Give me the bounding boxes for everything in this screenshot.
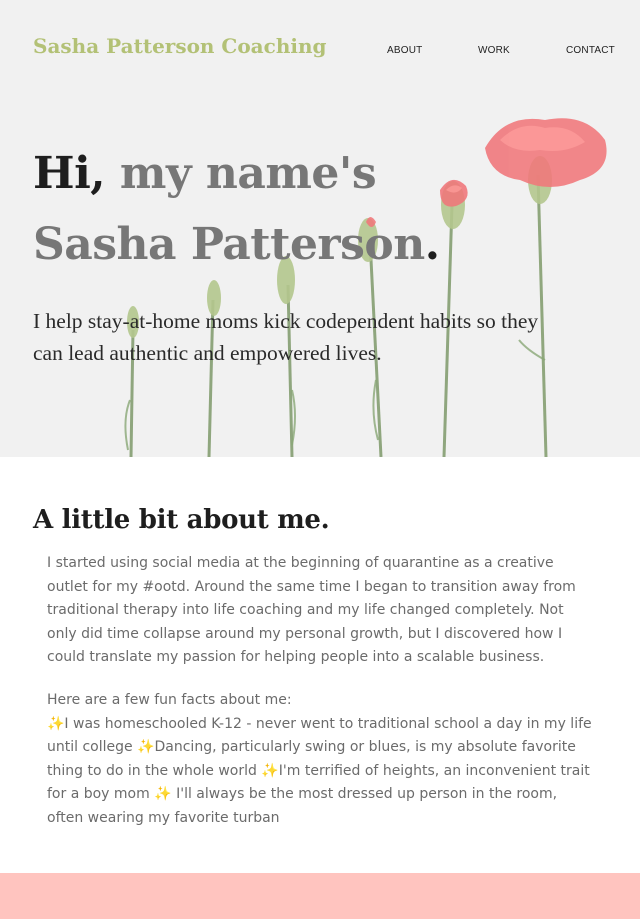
nav-work-link[interactable]: WORK xyxy=(478,45,510,56)
hero-subtitle: I help stay-at-home moms kick codependen… xyxy=(33,309,539,365)
footer-band xyxy=(0,873,640,919)
hero-title-rest: my name's xyxy=(105,148,377,199)
main-nav: ABOUT WORK CONTACT xyxy=(0,45,640,59)
nav-contact-link[interactable]: CONTACT xyxy=(566,45,615,56)
hero-name-period: . xyxy=(424,219,440,270)
hero-section: Sasha Patterson Coaching ABOUT WORK CONT… xyxy=(0,0,640,457)
hero-title: Hi, my name's Sasha Patterson. xyxy=(33,138,440,280)
fun-facts-intro: Here are a few fun facts about me: xyxy=(47,691,292,708)
hero-greeting: Hi, xyxy=(33,148,106,199)
about-heading: A little bit about me. xyxy=(33,505,330,535)
fun-facts-list: ✨I was homeschooled K-12 - never went to… xyxy=(47,715,592,826)
hero-name: Sasha Patterson xyxy=(33,219,425,270)
about-body: I started using social media at the begi… xyxy=(47,552,597,831)
about-paragraph: I started using social media at the begi… xyxy=(47,555,576,666)
nav-about-link[interactable]: ABOUT xyxy=(387,45,422,56)
